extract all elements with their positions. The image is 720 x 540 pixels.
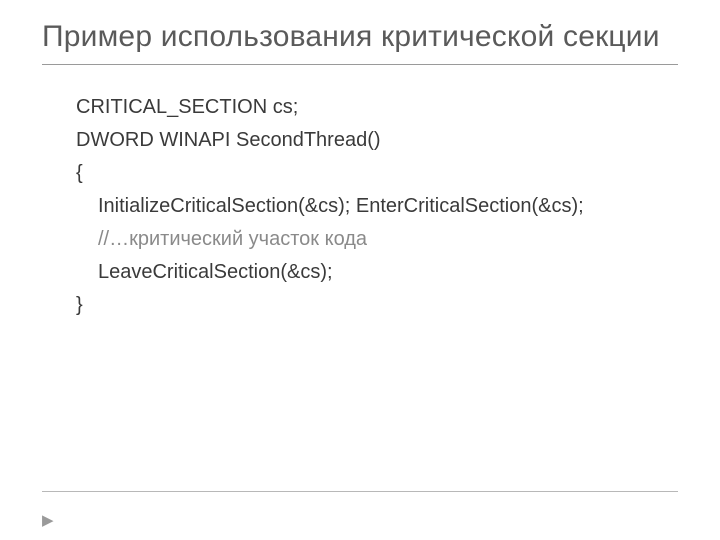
code-line: LeaveCriticalSection(&cs); [76,256,678,289]
slide-title: Пример использования критической секции [42,18,678,56]
code-line: InitializeCriticalSection(&cs); EnterCri… [76,190,678,223]
play-arrow-icon: ▶ [42,513,54,528]
code-line: { [76,157,678,190]
code-comment-line: //…критический участок кода [76,223,678,256]
code-line: DWORD WINAPI SecondThread() [76,124,678,157]
code-block: CRITICAL_SECTION cs; DWORD WINAPI Second… [76,91,678,322]
footer-divider [42,491,678,492]
code-line: CRITICAL_SECTION cs; [76,91,678,124]
code-line: } [76,289,678,322]
slide: Пример использования критической секции … [0,0,720,540]
title-divider [42,64,678,65]
